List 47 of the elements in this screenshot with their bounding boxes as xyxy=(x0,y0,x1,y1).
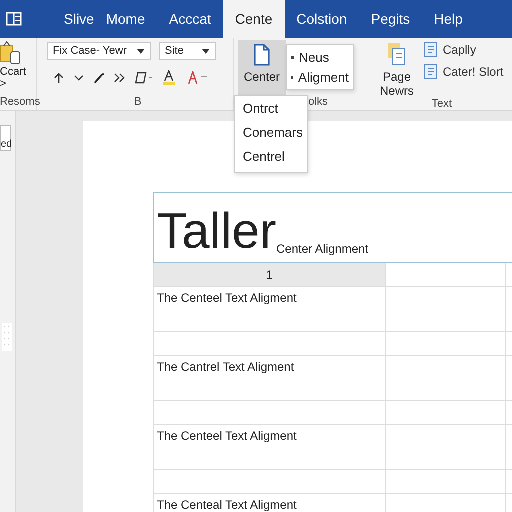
tab[interactable]: Cente xyxy=(223,0,285,38)
group-label: B xyxy=(133,96,143,108)
menu-item[interactable]: Neus xyxy=(287,47,353,67)
header-cell: 1 xyxy=(153,263,385,286)
document-title: Taller xyxy=(157,206,276,256)
pen-icon[interactable] xyxy=(93,72,105,84)
size-dropdown[interactable]: Site xyxy=(159,42,216,60)
tab[interactable]: Acccat xyxy=(157,0,224,38)
caret-icon xyxy=(137,48,145,54)
document-icon xyxy=(424,64,438,80)
more-label[interactable]: > xyxy=(0,78,6,90)
document-icon xyxy=(424,42,438,58)
font-color-icon[interactable] xyxy=(187,71,209,85)
file-icon xyxy=(253,44,271,66)
tab[interactable]: Colstion xyxy=(284,0,360,38)
table-cell: The Centeel Text Aligment xyxy=(153,425,385,469)
text-box[interactable]: TallerCenter Alignment xyxy=(153,192,512,263)
menu-item[interactable]: Conemars xyxy=(235,122,307,146)
tab[interactable]: Mome xyxy=(106,0,158,38)
group-label: olks xyxy=(308,96,329,108)
ribbon-item[interactable]: Caplly xyxy=(424,42,504,58)
page-button[interactable]: Page Newrs xyxy=(376,42,418,98)
shape-icon[interactable] xyxy=(135,72,153,84)
chevron-icon[interactable] xyxy=(74,74,84,82)
menu-item[interactable]: Centrel xyxy=(235,146,307,170)
group-label: Text xyxy=(430,98,454,110)
menu-item[interactable]: Ontrct xyxy=(235,98,307,122)
panel-label: ed xyxy=(0,125,11,151)
menu-item[interactable]: Aligment xyxy=(287,67,353,87)
window-icon[interactable] xyxy=(6,12,22,26)
caret-icon xyxy=(202,48,210,54)
tab[interactable]: Pegits xyxy=(359,0,422,38)
table-cell: The Centeel Text Aligment xyxy=(153,287,385,331)
documents-icon xyxy=(387,42,407,66)
font-dropdown[interactable]: Fix Case- Yewr xyxy=(47,42,151,60)
group-label: Resoms xyxy=(0,96,40,108)
highlight-icon[interactable] xyxy=(162,70,178,86)
document-subtitle: Center Alignment xyxy=(276,242,369,256)
paste-icon[interactable] xyxy=(0,40,22,66)
ribbon-item[interactable]: Cater! Slort xyxy=(424,64,504,80)
table-cell: The Centeal Text Aligment xyxy=(153,494,385,512)
tab[interactable]: Help xyxy=(422,0,475,38)
center-button[interactable]: Center xyxy=(238,40,286,96)
cut-label[interactable]: Ccart xyxy=(0,66,26,78)
tab[interactable]: Slive xyxy=(52,0,106,38)
table-cell: The Cantrel Text Aligment xyxy=(153,356,385,400)
double-chevron-icon[interactable] xyxy=(114,73,126,83)
